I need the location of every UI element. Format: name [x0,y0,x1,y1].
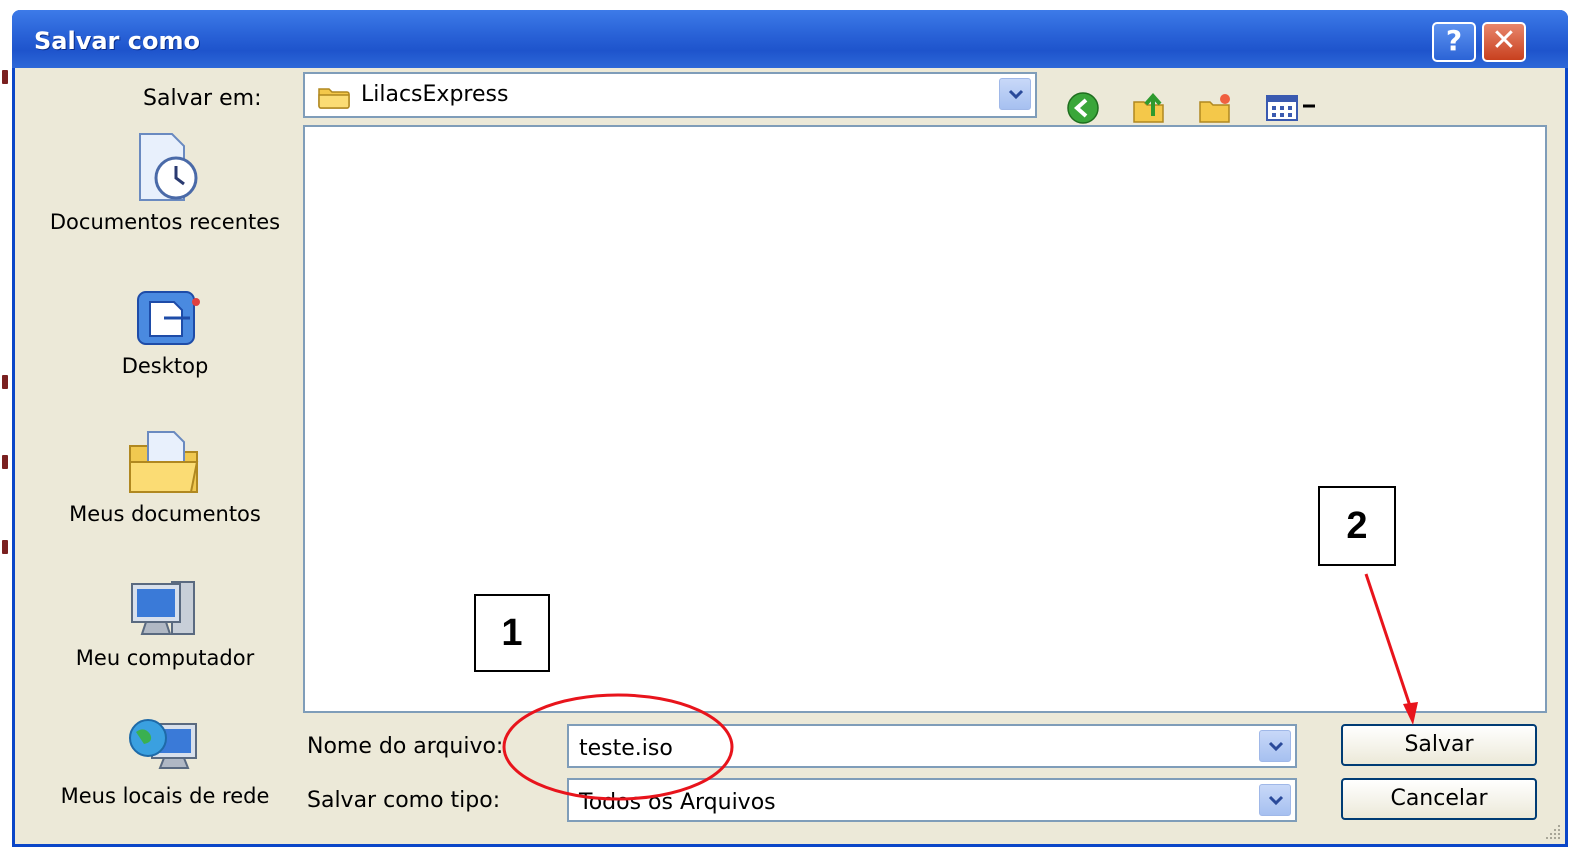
step-2-arrow-head [1403,702,1418,725]
annotation-overlay [502,573,1418,801]
step-2-arrow-line [1364,573,1414,713]
filename-highlight-ellipse [502,693,734,801]
